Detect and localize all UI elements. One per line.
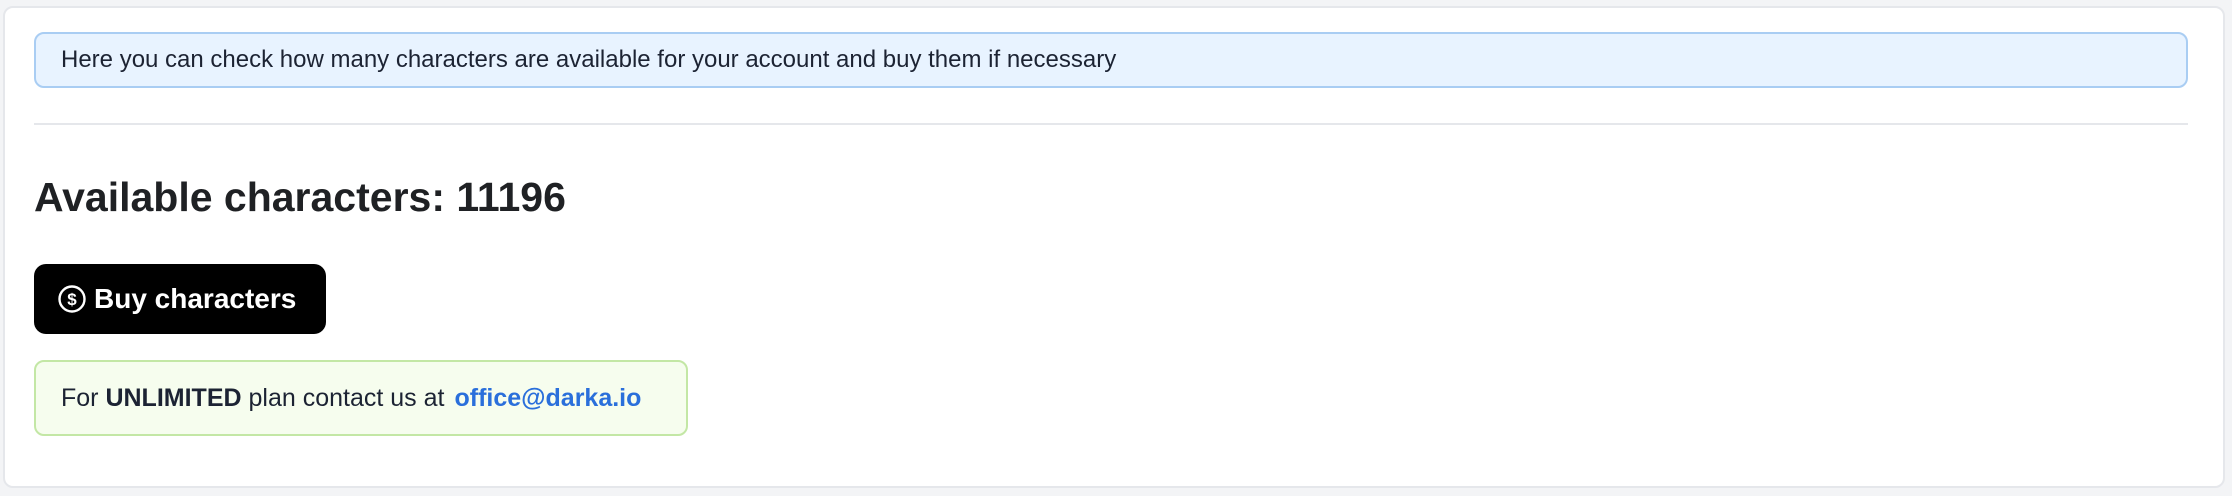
info-banner: Here you can check how many characters a… [34,32,2188,88]
contact-email-link[interactable]: office@darka.io [454,384,641,413]
unlimited-plan-note: For UNLIMITED plan contact us at office@d… [34,360,688,436]
dollar-circle-icon: $ [57,284,87,314]
plan-name: UNLIMITED [105,383,242,412]
divider [34,123,2188,125]
available-characters-label: Available characters: [34,173,445,220]
available-characters-count: 11196 [456,173,566,220]
svg-text:$: $ [67,290,77,309]
plan-note-prefix: For [61,383,106,412]
buy-characters-label: Buy characters [94,283,297,314]
available-characters-heading: Available characters: 11196 [34,172,566,222]
info-banner-text: Here you can check how many characters a… [61,46,1117,73]
plan-note-middle: plan contact us at [241,383,445,412]
buy-characters-button[interactable]: $ Buy characters [34,264,326,334]
